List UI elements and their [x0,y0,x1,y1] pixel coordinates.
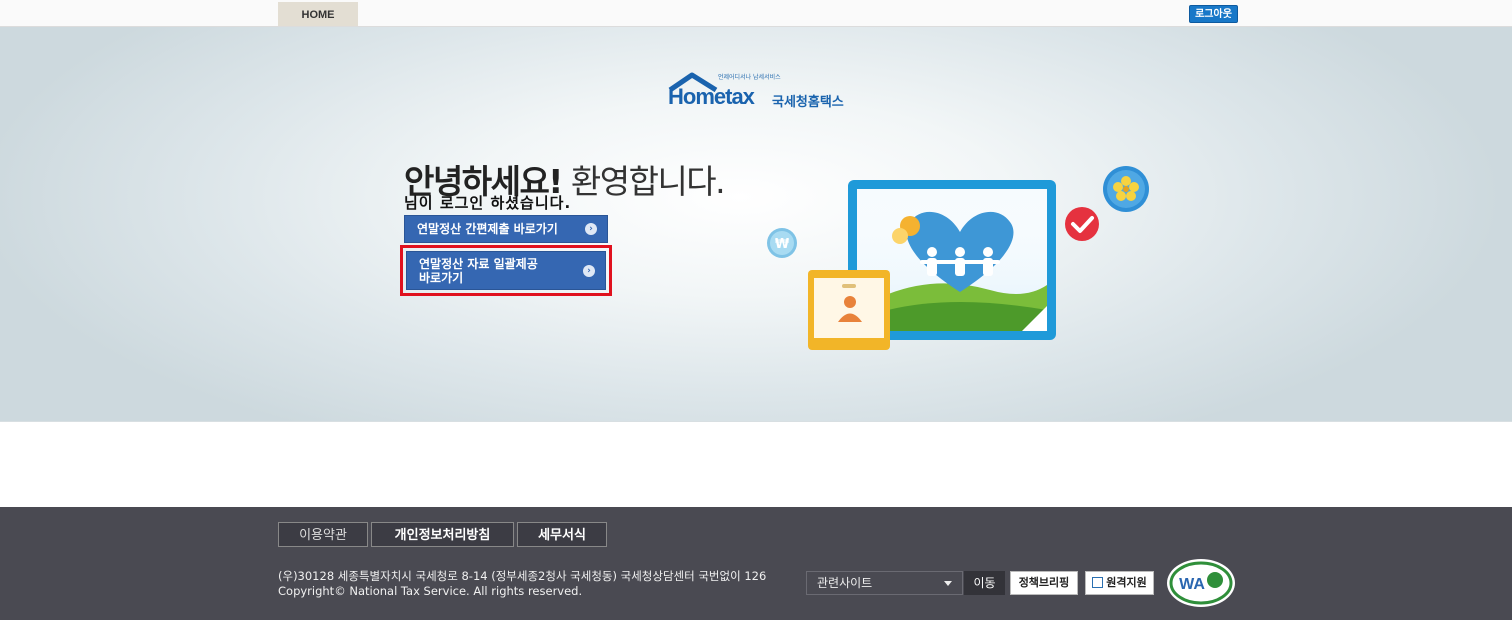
bulk-provide-label-line2: 바로가기 [419,271,464,285]
caret-down-icon [944,581,952,586]
simple-submit-label: 연말정산 간편제출 바로가기 [417,222,558,236]
logo-korean-name: 국세청홈택스 [772,95,844,110]
web-accessibility-mark-icon[interactable]: WA [1166,558,1236,608]
chevron-right-icon: › [583,264,595,277]
bulk-provide-label-line1: 연말정산 자료 일괄제공 [419,257,538,271]
related-sites-select[interactable]: 관련사이트 [806,571,963,595]
hometax-logo[interactable]: 언제어디서나 납세서비스 Hometax 국세청홈택스 [668,72,858,116]
footer: 이용약관 개인정보처리방침 세무서식 (우)30128 세종특별자치시 국세청로… [0,507,1512,620]
highlight-box: 연말정산 자료 일괄제공 바로가기 › [400,245,612,296]
id-card-icon [808,270,890,350]
wa-text: WA [1179,576,1205,593]
check-badge-icon [1065,207,1099,241]
hero-illustration: ₩ [767,166,1149,350]
svg-text:₩: ₩ [775,237,790,252]
remote-support-button[interactable]: 원격지원 [1085,571,1154,595]
logout-button[interactable]: 로그아웃 [1189,5,1238,23]
related-sites-value: 관련사이트 [817,576,873,590]
top-bar: HOME 로그아웃 [0,0,1512,27]
chevron-right-icon: › [585,223,597,235]
footer-tab-tax-forms[interactable]: 세무서식 [517,522,607,547]
footer-tab-terms[interactable]: 이용약관 [278,522,368,547]
logo-tagline: 언제어디서나 납세서비스 [718,74,781,81]
footer-tab-privacy[interactable]: 개인정보처리방침 [371,522,514,547]
remote-support-label: 원격지원 [1106,576,1147,589]
bulk-provide-button[interactable]: 연말정산 자료 일괄제공 바로가기 › [406,251,606,290]
home-tab[interactable]: HOME [278,2,358,26]
won-coin-icon: ₩ [767,228,797,258]
policy-briefing-button[interactable]: 정책브리핑 [1010,571,1078,595]
footer-address-block: (우)30128 세종특별자치시 국세청로 8-14 (정부세종2청사 국세청동… [278,569,766,599]
remote-screen-icon [1092,577,1104,588]
flower-coin-icon [1103,166,1149,212]
footer-copyright: Copyright© National Tax Service. All rig… [278,584,583,598]
simple-submit-button[interactable]: 연말정산 간편제출 바로가기 › [404,215,608,243]
logo-brand: Hometax [668,84,755,109]
go-button[interactable]: 이동 [964,571,1005,595]
greeting-subtitle: 님이 로그인 하셨습니다. [404,194,572,212]
footer-address: (우)30128 세종특별자치시 국세청로 8-14 (정부세종2청사 국세청동… [278,569,767,583]
greeting-light: 환영합니다. [570,162,726,201]
